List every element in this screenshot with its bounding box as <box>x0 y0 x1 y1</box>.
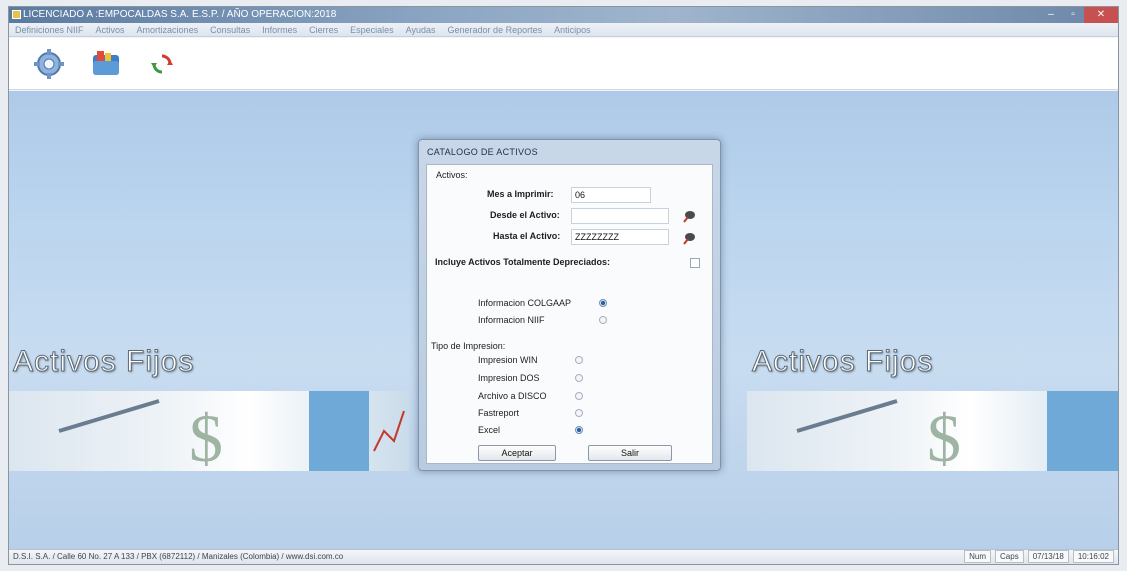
incluye-checkbox[interactable] <box>690 258 700 268</box>
salir-button[interactable]: Salir <box>588 445 672 461</box>
close-icon[interactable]: ✕ <box>1084 7 1118 23</box>
aceptar-button[interactable]: Aceptar <box>478 445 556 461</box>
gear-icon[interactable] <box>31 46 67 82</box>
tipo-excel-radio[interactable] <box>575 426 583 434</box>
app-icon <box>12 10 21 19</box>
svg-text:$: $ <box>927 400 961 471</box>
tipo-win-label: Impresion WIN <box>478 355 538 365</box>
menu-informes[interactable]: Informes <box>262 23 297 36</box>
tipo-dos-radio[interactable] <box>575 374 583 382</box>
search-hasta-icon[interactable] <box>682 232 696 245</box>
menu-ayudas[interactable]: Ayudas <box>406 23 436 36</box>
time-indicator: 10:16:02 <box>1072 550 1114 563</box>
app-window: LICENCIADO A :EMPOCALDAS S.A. E.S.P. / A… <box>8 6 1119 565</box>
desde-label: Desde el Activo: <box>490 210 560 220</box>
num-indicator: Num <box>964 550 992 563</box>
menu-consultas[interactable]: Consultas <box>210 23 250 36</box>
menu-bar: Definiciones NIIF Activos Amortizaciones… <box>9 23 1118 37</box>
tipo-disco-label: Archivo a DISCO <box>478 391 547 401</box>
menu-definiciones-niif[interactable]: Definiciones NIIF <box>15 23 84 36</box>
tipo-impresion-label: Tipo de Impresion: <box>431 341 506 351</box>
hasta-label: Hasta el Activo: <box>493 231 561 241</box>
info-niif-radio[interactable] <box>599 316 607 324</box>
banner-title-right: Activos Fijos <box>751 345 934 379</box>
title-bar: LICENCIADO A :EMPOCALDAS S.A. E.S.P. / A… <box>9 7 1118 23</box>
tipo-win-radio[interactable] <box>575 356 583 364</box>
mes-label: Mes a Imprimir: <box>487 189 554 199</box>
status-text: D.S.I. S.A. / Calle 60 No. 27 A 133 / PB… <box>13 552 344 561</box>
menu-cierres[interactable]: Cierres <box>309 23 338 36</box>
section-activos-label: Activos: <box>436 170 468 180</box>
toolbar <box>9 38 1118 90</box>
menu-generador-reportes[interactable]: Generador de Reportes <box>448 23 543 36</box>
desde-field[interactable] <box>571 208 669 224</box>
search-desde-icon[interactable] <box>682 210 696 223</box>
menu-especiales[interactable]: Especiales <box>350 23 394 36</box>
hasta-field[interactable]: ZZZZZZZZ <box>571 229 669 245</box>
banner-title-left: Activos Fijos <box>12 345 195 379</box>
menu-amortizaciones[interactable]: Amortizaciones <box>137 23 199 36</box>
catalogo-activos-dialog: CATALOGO DE ACTIVOS Activos: Mes a Impri… <box>418 139 721 471</box>
window-controls: – ▫ ✕ <box>1040 7 1118 23</box>
dialog-body: Activos: Mes a Imprimir: 06 Desde el Act… <box>426 164 713 464</box>
tipo-excel-label: Excel <box>478 425 501 435</box>
caps-indicator: Caps <box>995 550 1024 563</box>
tipo-fastreport-radio[interactable] <box>575 409 583 417</box>
status-bar: D.S.I. S.A. / Calle 60 No. 27 A 133 / PB… <box>9 549 1118 564</box>
status-indicators: Num Caps 07/13/18 10:16:02 <box>964 550 1114 563</box>
banner-image-left: $ <box>9 391 409 476</box>
window-title: LICENCIADO A :EMPOCALDAS S.A. E.S.P. / A… <box>23 9 337 20</box>
maximize-icon[interactable]: ▫ <box>1062 7 1084 23</box>
minimize-icon[interactable]: – <box>1040 7 1062 23</box>
info-colgaap-label: Informacion COLGAAP <box>478 298 572 308</box>
svg-text:$: $ <box>189 400 223 471</box>
folder-icon[interactable] <box>88 46 124 82</box>
info-colgaap-radio[interactable] <box>599 299 607 307</box>
info-niif-label: Informacion NIIF <box>478 315 545 325</box>
menu-activos[interactable]: Activos <box>96 23 125 36</box>
date-indicator: 07/13/18 <box>1027 550 1069 563</box>
tipo-fastreport-label: Fastreport <box>478 408 520 418</box>
refresh-icon[interactable] <box>144 46 180 82</box>
banner-image-right: $ <box>747 391 1118 476</box>
tipo-dos-label: Impresion DOS <box>478 373 540 383</box>
dialog-title: CATALOGO DE ACTIVOS <box>427 147 538 157</box>
incluye-label: Incluye Activos Totalmente Depreciados: <box>435 257 611 267</box>
menu-anticipos[interactable]: Anticipos <box>554 23 591 36</box>
tipo-disco-radio[interactable] <box>575 392 583 400</box>
mes-field[interactable]: 06 <box>571 187 651 203</box>
